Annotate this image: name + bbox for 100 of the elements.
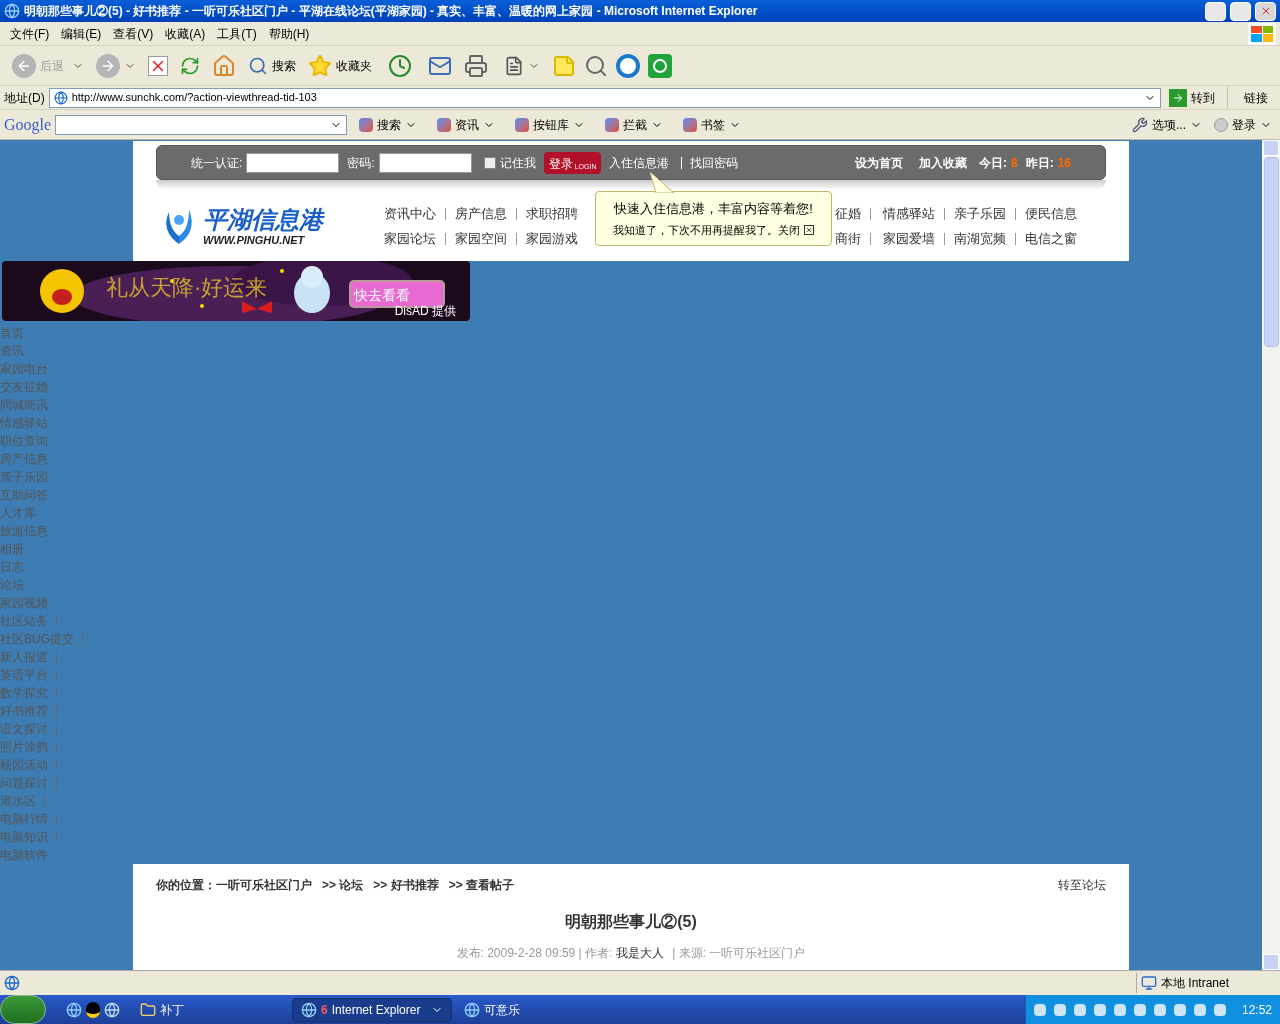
nav-link[interactable]: 资讯中心	[384, 204, 436, 223]
scroll-thumb[interactable]	[1263, 157, 1279, 347]
banner-credit: DisAD 提供	[394, 303, 456, 320]
breadcrumb-link[interactable]: 一听可乐社区门户	[216, 876, 312, 894]
menu-item[interactable]: 收藏(A)	[159, 24, 212, 43]
google-toolbar-button[interactable]: 书签	[675, 115, 750, 134]
taskbar-button[interactable]: 补丁	[132, 997, 272, 1022]
user-label: 统一认证:	[191, 154, 243, 172]
nav-link[interactable]: 家园爱墙	[883, 229, 935, 248]
task-label: Internet Explorer	[331, 1001, 422, 1019]
menu-item[interactable]: 工具(T)	[211, 24, 263, 43]
nav-link[interactable]: 征婚	[835, 204, 861, 223]
scroll-down-button[interactable]	[1263, 954, 1279, 970]
options-button[interactable]: 选项...	[1128, 115, 1206, 134]
home-icon[interactable]	[212, 53, 236, 78]
menu-item[interactable]: 编辑(E)	[55, 24, 108, 43]
tray-icon[interactable]	[1033, 1003, 1046, 1016]
task-label: 补丁	[160, 1001, 185, 1019]
taskbar-button[interactable]: 可意乐	[456, 997, 596, 1022]
tray-icon[interactable]	[1213, 1003, 1226, 1016]
address-label: 地址(D)	[4, 89, 45, 107]
register-link[interactable]: 入住信息港	[609, 153, 670, 172]
nav-link[interactable]: 便民信息	[1025, 204, 1077, 223]
taskbar-button[interactable]: 6 Internet Explorer	[292, 997, 452, 1022]
refresh-icon[interactable]	[180, 55, 200, 76]
set-home-link[interactable]: 设为首页	[854, 153, 903, 172]
stop-icon[interactable]	[148, 55, 168, 76]
maximize-button[interactable]	[1230, 1, 1251, 21]
tray-icon[interactable]	[1193, 1003, 1206, 1016]
menu-item[interactable]: 文件(F)	[4, 24, 56, 43]
scroll-up-button[interactable]	[1263, 140, 1279, 156]
breadcrumb-link[interactable]: >> 查看帖子	[448, 876, 515, 894]
scrollbar[interactable]	[1262, 140, 1280, 970]
tray-icon[interactable]	[1073, 1003, 1086, 1016]
document-icon[interactable]	[504, 55, 524, 76]
history-icon[interactable]	[388, 53, 412, 78]
remember-checkbox[interactable]	[483, 156, 496, 169]
nav-link[interactable]: 求职招聘	[526, 204, 578, 223]
nav-link[interactable]: 亲子乐园	[954, 204, 1006, 223]
ad-banner[interactable]: 礼从天降·好运来 快去看看 DisAD 提供	[2, 261, 470, 321]
forward-button[interactable]	[96, 53, 120, 78]
dismiss-link[interactable]: 我知道了，下次不用再提醒我了。关闭	[613, 222, 800, 239]
logo-url: WWW.PINGHU.NET	[203, 234, 306, 246]
x-icon	[805, 226, 813, 235]
tray-icon[interactable]	[1113, 1003, 1126, 1016]
star-icon	[308, 53, 332, 78]
address-field[interactable]: http://www.sunchk.com/?action-viewthread-tid-103	[48, 87, 1161, 108]
close-icon[interactable]	[804, 225, 814, 236]
tray-icon[interactable]	[1133, 1003, 1146, 1016]
menu-item[interactable]: 帮助(H)	[262, 24, 316, 43]
app-icon[interactable]	[648, 53, 672, 78]
toolbar-icon	[437, 117, 452, 132]
go-button[interactable]: 转到	[1165, 88, 1219, 107]
breadcrumb-link[interactable]: >> 论坛	[322, 876, 364, 894]
breadcrumb-link[interactable]: >> 好书推荐	[373, 876, 439, 894]
nav-link[interactable]: 家园游戏	[526, 229, 578, 248]
start-button[interactable]	[0, 995, 46, 1024]
add-favorite-link[interactable]: 加入收藏	[918, 153, 967, 172]
article-source: | 来源: 一听可乐社区门户	[672, 945, 806, 962]
window-icon	[464, 1001, 480, 1018]
google-toolbar-button[interactable]: 资讯	[429, 115, 504, 134]
tray-icon[interactable]	[1173, 1003, 1186, 1016]
yesterday-label: 昨日:	[1025, 154, 1054, 172]
favorites-button[interactable]: 收藏夹	[308, 53, 372, 78]
task-label: 可意乐	[484, 1001, 521, 1019]
user-field[interactable]	[246, 152, 340, 173]
menu-item[interactable]: 查看(V)	[107, 24, 160, 43]
author-link[interactable]: 我是大人	[616, 944, 665, 962]
google-toolbar-button[interactable]: 搜索	[351, 115, 426, 134]
research-icon[interactable]	[584, 53, 608, 78]
article-title: 明朝那些事儿②(5)	[565, 912, 697, 932]
folder-icon	[140, 1001, 156, 1018]
google-toolbar-button[interactable]: 按钮库	[507, 115, 594, 134]
nav-link[interactable]: 南湖宽频	[954, 229, 1006, 248]
google-toolbar-button[interactable]: 拦截	[597, 115, 672, 134]
tray-icon[interactable]	[1153, 1003, 1166, 1016]
breadcrumb-label: 你的位置：	[156, 877, 216, 894]
google-search-field[interactable]	[55, 114, 348, 135]
tray-icon[interactable]	[1053, 1003, 1066, 1016]
minimize-button[interactable]	[1205, 1, 1226, 21]
note-icon[interactable]	[552, 53, 576, 78]
find-password-link[interactable]: 找回密码	[690, 153, 739, 172]
nav-link[interactable]: 家园空间	[455, 229, 507, 248]
nav-link[interactable]: 家园论坛	[384, 229, 436, 248]
nav-link[interactable]: 房产信息	[455, 204, 507, 223]
window-count: 6	[321, 1001, 328, 1019]
links-button[interactable]: 链接	[1236, 88, 1276, 107]
login-button[interactable]: 登录	[1210, 115, 1276, 134]
search-button[interactable]: 搜索	[248, 55, 296, 76]
window-icon	[301, 1001, 317, 1018]
nav-link[interactable]: 商街	[835, 229, 861, 248]
page-icon	[4, 975, 20, 991]
toolbar-icon	[605, 117, 620, 132]
password-field[interactable]	[378, 152, 472, 173]
print-icon[interactable]	[464, 53, 488, 78]
close-button[interactable]	[1255, 1, 1276, 21]
nav-link[interactable]: 情感驿站	[883, 204, 935, 223]
tray-icon[interactable]	[1093, 1003, 1106, 1016]
forum-link[interactable]: 转至论坛	[1058, 876, 1106, 894]
nav-link[interactable]: 电信之窗	[1025, 229, 1077, 248]
